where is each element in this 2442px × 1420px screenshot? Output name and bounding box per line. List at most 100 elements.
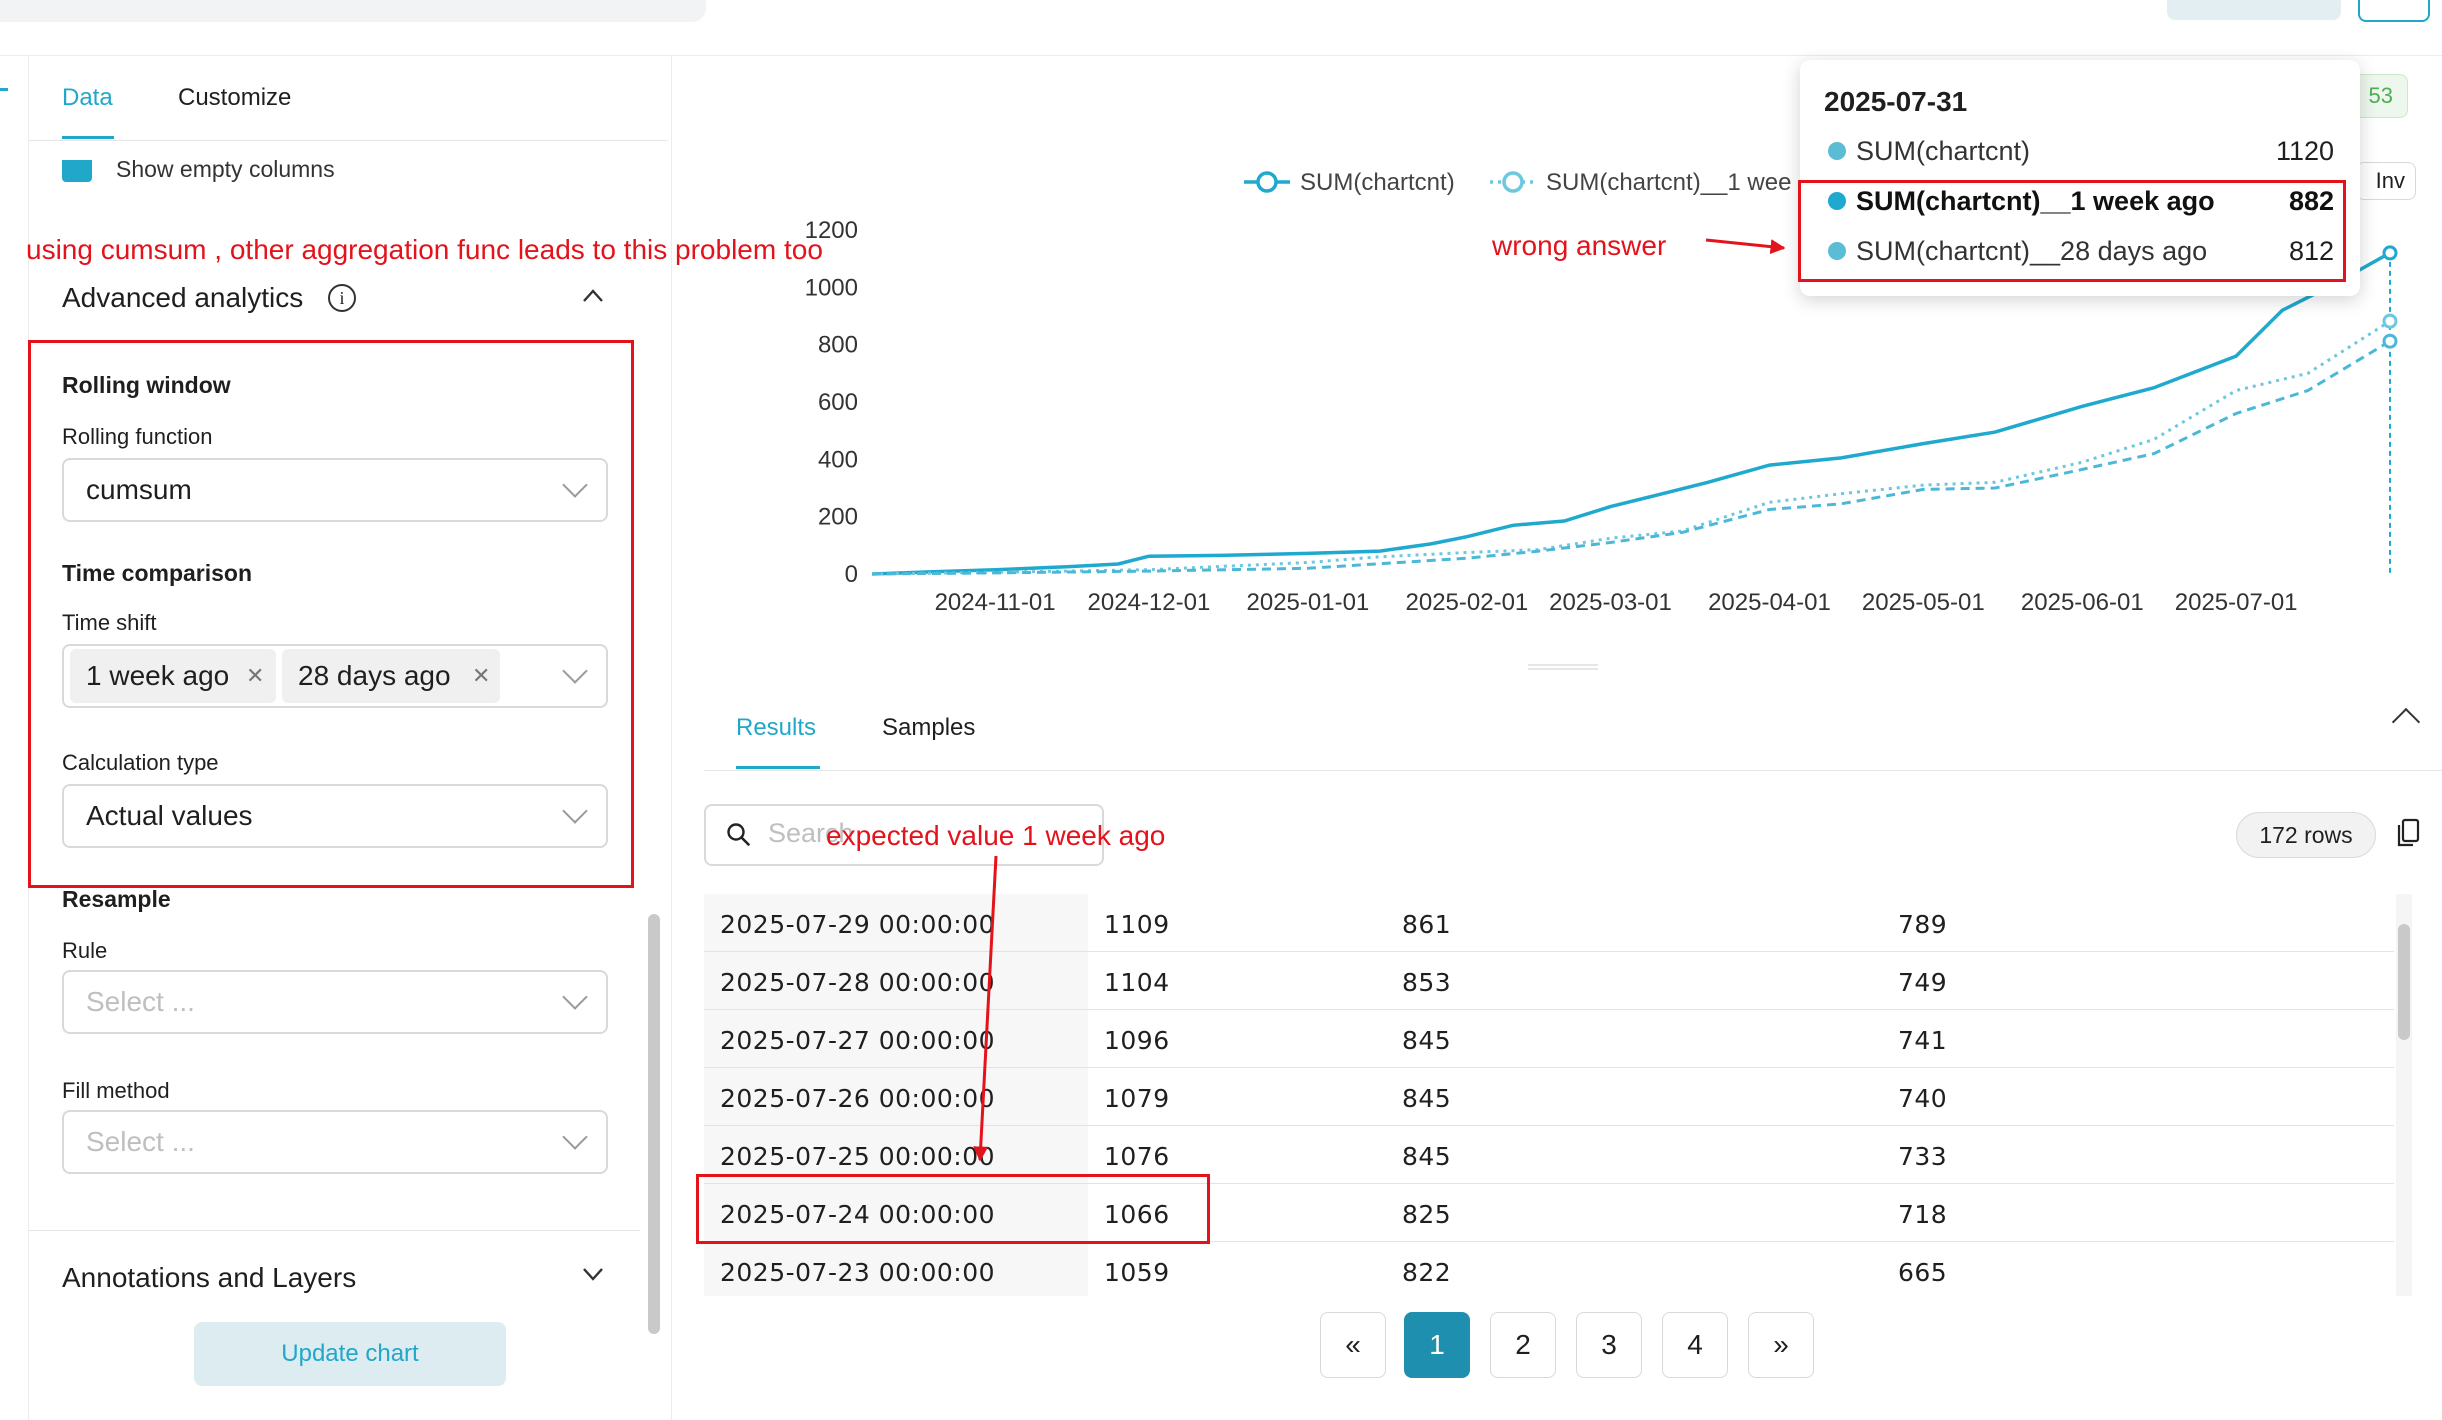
table-cell: 665 [1898,1258,1948,1287]
fill-method-label: Fill method [62,1078,170,1103]
chevron-up-icon[interactable] [582,284,604,310]
top-action-button[interactable] [2167,0,2341,20]
annotation-box-tooltip [1798,180,2346,282]
table-cell: 2025-07-23 00:00:00 [720,1258,996,1287]
search-icon [727,823,750,846]
table-cell: 733 [1898,1142,1948,1171]
table-cell: 853 [1402,968,1452,997]
y-tick-label: 800 [818,332,858,359]
table-cell: 1096 [1104,1026,1170,1055]
table-row[interactable]: 2025-07-26 00:00:00 1079 845 740 [704,1068,2394,1126]
pagination-prev[interactable]: « [1320,1312,1386,1378]
table-scrollbar[interactable] [2398,924,2410,1040]
y-axis: 020040060080010001200 [805,217,858,588]
legend-marker[interactable] [1502,171,1524,193]
show-empty-columns-label: Show empty columns [116,156,335,182]
resize-handle[interactable] [1528,664,1598,670]
table-cell: 1079 [1104,1084,1170,1113]
x-tick-label: 2025-06-01 [2021,589,2144,616]
row-count-badge: 172 rows [2236,812,2376,858]
x-tick-label: 2025-02-01 [1406,589,1529,616]
show-empty-columns-checkbox[interactable] [62,160,92,182]
chevron-down-icon [562,1124,588,1150]
tooltip-series-label: SUM(chartcnt) [1856,136,2031,166]
annotation-expected-value: expected value 1 week ago [826,820,1166,851]
table-cell: 2025-07-26 00:00:00 [720,1084,996,1113]
y-tick-label: 400 [818,446,858,473]
series-layer [871,251,2391,576]
y-tick-label: 0 [845,561,858,588]
panel-scrollbar[interactable] [648,914,660,1334]
legend-label[interactable]: SUM(chartcnt)__1 wee [1546,169,1791,196]
table-row[interactable]: 2025-07-29 00:00:00 1109 861 789 [704,894,2394,952]
table-cell: 2025-07-28 00:00:00 [720,968,996,997]
table-cell: 822 [1402,1258,1452,1287]
tabs-border [28,140,668,141]
series-point[interactable] [2382,333,2398,349]
top-secondary-button[interactable] [2358,0,2430,22]
tab-data-underline [62,136,114,139]
tab-customize[interactable]: Customize [178,84,291,112]
tab-results[interactable]: Results [736,714,816,742]
x-tick-label: 2025-04-01 [1708,589,1831,616]
y-tick-label: 600 [818,389,858,416]
table-cell: 741 [1898,1026,1948,1055]
annotation-cumsum-note: using cumsum , other aggregation func le… [26,234,823,265]
tab-samples[interactable]: Samples [882,714,975,742]
pagination-page[interactable]: 3 [1576,1312,1642,1378]
pagination-next[interactable]: » [1748,1312,1814,1378]
x-tick-label: 2024-11-01 [935,589,1056,616]
panel-edge-accent [0,88,8,91]
copy-icon[interactable] [2396,818,2420,848]
pagination-page[interactable]: 2 [1490,1312,1556,1378]
fill-method-select[interactable]: Select ... [62,1110,608,1174]
x-tick-label: 2025-07-01 [2175,589,2298,616]
top-title-field[interactable] [0,0,706,22]
update-chart-button[interactable]: Update chart [194,1322,506,1386]
table-cell: 1104 [1104,968,1170,997]
info-icon[interactable]: i [328,284,356,312]
series-line[interactable] [871,251,2391,576]
annotations-and-layers-title[interactable]: Annotations and Layers [62,1262,356,1294]
y-tick-label: 200 [818,504,858,531]
chevron-down-icon [562,984,588,1010]
table-row[interactable]: 2025-07-23 00:00:00 1059 822 665 [704,1242,2394,1296]
annotation-wrong-answer: wrong answer [1492,230,1667,261]
table-cell: 718 [1898,1200,1948,1229]
table-cell: 2025-07-25 00:00:00 [720,1142,996,1171]
table-cell: 845 [1402,1084,1452,1113]
chevron-down-icon[interactable] [582,1266,604,1287]
series-point[interactable] [2382,313,2398,329]
x-axis: 2024-11-01 2024-12-01 2025-01-01 2025-02-01… [935,589,2298,616]
pagination-page[interactable]: 1 [1404,1312,1470,1378]
chevron-up-icon[interactable] [2391,707,2421,737]
tab-data[interactable]: Data [62,84,113,112]
tooltip-series-dot [1828,142,1846,160]
y-tick-label: 1000 [805,274,858,301]
table-cell: 740 [1898,1084,1948,1113]
marker-layer [2382,245,2398,574]
table-cell: 2025-07-27 00:00:00 [720,1026,996,1055]
rule-select[interactable]: Select ... [62,970,608,1034]
advanced-analytics-title[interactable]: Advanced analytics [62,282,303,314]
series-line[interactable] [871,339,2391,576]
series-line[interactable] [871,319,2391,576]
legend-marker[interactable] [1256,171,1278,193]
table-cell: 1076 [1104,1142,1170,1171]
series-point[interactable] [2382,245,2398,261]
rule-placeholder: Select ... [86,986,195,1017]
x-tick-label: 2025-01-01 [1247,589,1370,616]
tooltip-series-value: 1120 [2275,136,2334,166]
x-tick-label: 2025-05-01 [1862,589,1985,616]
pagination-page[interactable]: 4 [1662,1312,1728,1378]
rule-label: Rule [62,938,108,963]
table-row[interactable]: 2025-07-27 00:00:00 1096 845 741 [704,1010,2394,1068]
tooltip-date: 2025-07-31 [1824,86,1968,117]
results-tabs-border [704,770,2442,771]
legend-label[interactable]: SUM(chartcnt) [1300,169,1455,196]
table-cell: 1059 [1104,1258,1170,1287]
table-cell: 1109 [1104,910,1170,939]
table-cell: 845 [1402,1026,1452,1055]
resample-heading: Resample [62,886,171,912]
table-row[interactable]: 2025-07-28 00:00:00 1104 853 749 [704,952,2394,1010]
